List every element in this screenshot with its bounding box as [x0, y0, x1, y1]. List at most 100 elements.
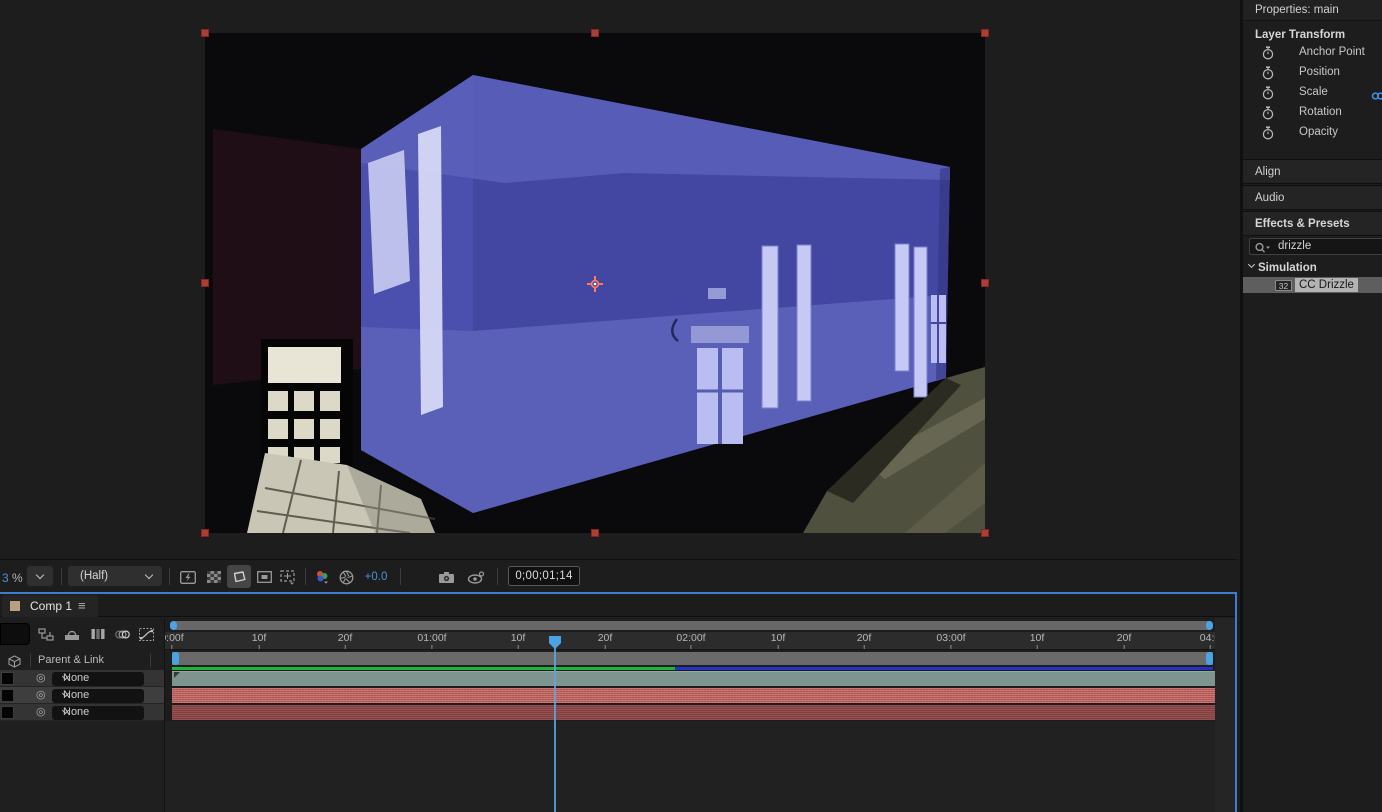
tab-comp-1[interactable]: Comp 1 ≡	[2, 595, 98, 617]
transparency-grid-icon[interactable]	[203, 567, 225, 587]
layer-switch-box[interactable]	[1, 672, 14, 685]
selection-handle-mid-right[interactable]	[981, 279, 989, 287]
stopwatch-icon[interactable]	[1262, 126, 1274, 145]
effects-category-simulation[interactable]: Simulation	[1243, 261, 1382, 277]
parent-dropdown-3[interactable]: None	[52, 706, 144, 720]
effect-32bpc-badge: 32	[1275, 280, 1292, 291]
timeline-column-header: Parent & Link	[0, 652, 164, 670]
effect-item-cc-drizzle[interactable]: 32 CC Drizzle	[1243, 277, 1382, 293]
layer-transform-section[interactable]: Layer Transform	[1243, 26, 1382, 44]
search-icon	[1254, 241, 1272, 259]
column-divider[interactable]	[164, 618, 165, 812]
adjust-exposure-icon[interactable]	[337, 567, 355, 587]
timeline-empty-left	[0, 721, 164, 812]
timeline-right-gutter	[1215, 618, 1235, 812]
audio-panel-header[interactable]: Audio	[1243, 185, 1382, 210]
work-area-start-handle[interactable]	[172, 652, 179, 665]
ruler-tick: 10f	[771, 632, 786, 649]
selection-handle-top-right[interactable]	[981, 29, 989, 37]
parent-dropdown-2[interactable]: None	[52, 689, 144, 703]
chevron-down-icon	[145, 570, 153, 578]
layer-duration-bar-1[interactable]	[172, 671, 1215, 686]
zoom-dropdown-button[interactable]	[27, 566, 53, 586]
property-row-rotation: Rotation	[1243, 103, 1382, 123]
ruler-tick: 20f	[338, 632, 353, 649]
selection-handle-bottom-center[interactable]	[591, 529, 599, 537]
graph-editor-icon[interactable]	[136, 626, 156, 642]
hide-shy-layers-icon[interactable]	[62, 626, 82, 642]
property-row-position: Position	[1243, 63, 1382, 83]
comp-label-color-swatch	[10, 601, 20, 611]
zoom-level[interactable]: 3 %	[2, 571, 23, 585]
selection-handle-bottom-left[interactable]	[201, 529, 209, 537]
selection-handle-top-center[interactable]	[591, 29, 599, 37]
effect-item-label: CC Drizzle	[1295, 278, 1358, 292]
resolution-dropdown[interactable]: (Half)	[68, 566, 162, 586]
timeline-toolbar	[0, 618, 164, 652]
layer-duration-bar-2[interactable]	[172, 688, 1215, 703]
layer-row-3-controls: ◎ None	[0, 704, 164, 721]
region-of-interest-icon[interactable]	[253, 567, 275, 587]
viewport-timecode[interactable]: 0;00;01;14	[508, 566, 580, 586]
chevron-down-icon	[1248, 261, 1255, 268]
selection-handle-mid-left[interactable]	[201, 279, 209, 287]
layer-duration-bar-3[interactable]	[172, 705, 1215, 720]
grid-guides-options-icon[interactable]	[277, 567, 299, 587]
ruler-tick: 0:00f	[165, 632, 184, 649]
property-row-opacity: Opacity	[1243, 123, 1382, 143]
ruler-tick: 04:0	[1200, 632, 1215, 649]
time-ruler[interactable]: 0:00f 10f 20f 01:00f 10f 20f 02:00f 10f …	[165, 632, 1215, 650]
playhead-line[interactable]	[554, 640, 556, 812]
align-panel-header[interactable]: Align	[1243, 159, 1382, 184]
work-area-end-handle[interactable]	[1206, 652, 1213, 665]
frame-blending-icon[interactable]	[88, 626, 108, 642]
composition-panel: 3 % (Half)	[0, 0, 1237, 592]
timeline-empty-track	[165, 721, 1215, 812]
pickwhip-icon[interactable]: ◎	[36, 705, 46, 718]
selection-handle-bottom-right[interactable]	[981, 529, 989, 537]
pickwhip-icon[interactable]: ◎	[36, 671, 46, 684]
pickwhip-icon[interactable]: ◎	[36, 688, 46, 701]
tab-label: Comp 1	[30, 599, 72, 613]
work-area-bar[interactable]	[172, 652, 1213, 665]
ruler-tick: 10f	[1030, 632, 1045, 649]
parent-dropdown-1[interactable]: None	[52, 672, 144, 686]
show-snapshot-icon[interactable]	[466, 567, 486, 587]
take-snapshot-icon[interactable]	[436, 567, 456, 587]
layer-switch-box[interactable]	[1, 706, 14, 719]
timeline-scrollbar[interactable]	[170, 621, 1213, 630]
current-time-field[interactable]	[0, 623, 30, 645]
after-effects-window: 3 % (Half)	[0, 0, 1382, 812]
ruler-tick: 03:00f	[936, 632, 965, 649]
layer-track-2	[165, 687, 1215, 704]
layer-row-1-controls: ◎ None	[0, 670, 164, 687]
properties-title: Properties: main	[1243, 4, 1339, 16]
exposure-value[interactable]: +0.0	[358, 567, 394, 587]
layer-row-2-controls: ◎ None	[0, 687, 164, 704]
search-input[interactable]	[1278, 239, 1378, 253]
ruler-tick: 20f	[1117, 632, 1132, 649]
layer-track-1	[165, 670, 1215, 687]
effects-search-field[interactable]	[1249, 238, 1382, 255]
fast-previews-icon[interactable]	[177, 567, 199, 587]
anchor-point-icon[interactable]	[587, 276, 603, 292]
selection-handle-top-left[interactable]	[201, 29, 209, 37]
property-row-scale: Scale	[1243, 83, 1382, 103]
ruler-tick: 20f	[598, 632, 613, 649]
panel-menu-icon[interactable]: ≡	[78, 598, 86, 613]
show-channel-icon[interactable]	[312, 567, 332, 587]
mask-visibility-toggle-icon[interactable]	[227, 565, 251, 588]
viewport-toolbar: 3 % (Half)	[0, 559, 1237, 592]
layer-switch-box[interactable]	[1, 689, 14, 702]
layer-track-3	[165, 704, 1215, 721]
effects-presets-panel-header[interactable]: Effects & Presets	[1243, 211, 1382, 236]
timeline-panel: Comp 1 ≡ 0	[0, 592, 1237, 812]
parent-link-column-header[interactable]: Parent & Link	[38, 654, 104, 666]
mini-flowchart-icon[interactable]	[36, 626, 56, 642]
motion-blur-icon[interactable]	[112, 626, 132, 642]
scrollbar-left-cap[interactable]	[170, 621, 177, 630]
scrollbar-right-cap[interactable]	[1206, 621, 1213, 630]
properties-panel-header[interactable]: Properties: main	[1243, 0, 1382, 21]
right-sidebar: Properties: main Layer Transform Anchor …	[1240, 0, 1382, 812]
ruler-tick: 10f	[252, 632, 267, 649]
